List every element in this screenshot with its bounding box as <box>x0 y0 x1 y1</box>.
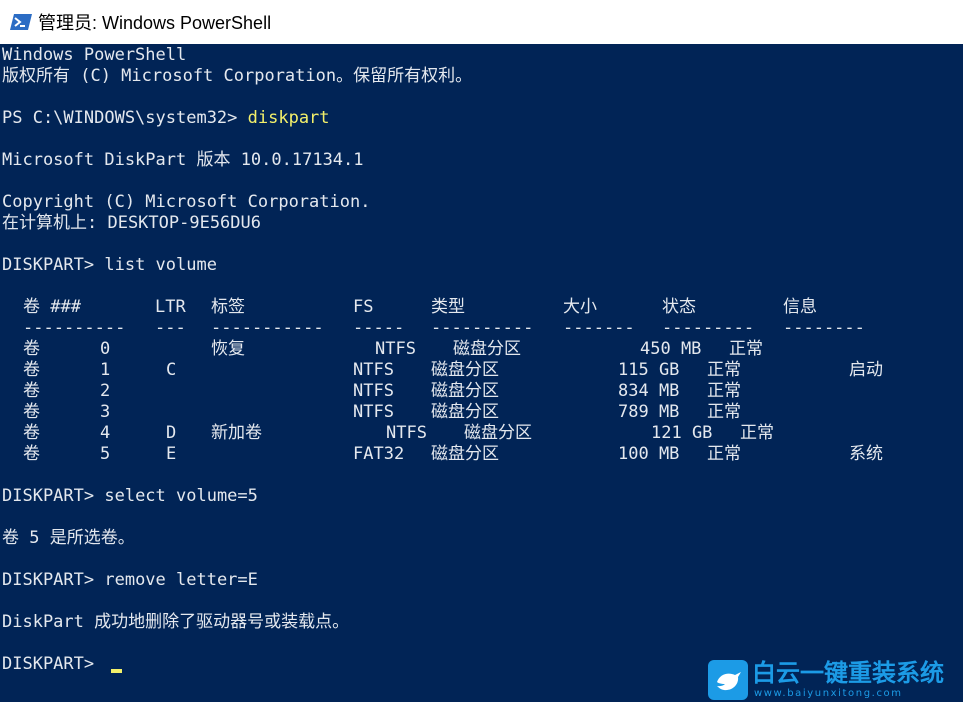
diskpart-prompt: DISKPART> <box>2 255 105 275</box>
prompt-line-2: DISKPART> list volume <box>2 254 217 276</box>
row-fs: NTFS <box>353 402 394 422</box>
sep-label: ----------- <box>211 318 324 338</box>
powershell-window: 管理员: Windows PowerShell Windows PowerShe… <box>0 0 963 702</box>
select-result-line: 卷 5 是所选卷。 <box>2 528 135 548</box>
row-info: 系统 <box>849 444 883 464</box>
remove-result-line: DiskPart 成功地删除了驱动器号或装载点。 <box>2 612 350 632</box>
row-vol: 卷 <box>23 339 40 359</box>
header-size: 大小 <box>563 297 597 317</box>
prompt-line-3: DISKPART> select volume=5 <box>2 485 258 507</box>
prompt-line-4: DISKPART> remove letter=E <box>2 569 258 591</box>
sep-ltr: --- <box>155 318 186 338</box>
command-diskpart: diskpart <box>247 108 330 128</box>
row-num: 1 <box>100 360 111 380</box>
bird-logo-icon <box>708 660 748 700</box>
row-size: 115 GB <box>618 360 680 380</box>
sep-vol: ---------- <box>23 318 126 338</box>
header-ltr: LTR <box>155 297 186 317</box>
powershell-icon <box>10 12 32 32</box>
row-fs: FAT32 <box>353 444 405 464</box>
row-num: 0 <box>100 339 111 359</box>
row-type: 磁盘分区 <box>431 360 499 380</box>
row-size: 789 MB <box>618 402 680 422</box>
sep-fs: ----- <box>353 318 405 338</box>
window-title: 管理员: Windows PowerShell <box>38 13 272 33</box>
row-status: 正常 <box>707 381 741 401</box>
row-size: 834 MB <box>618 381 680 401</box>
row-fs: NTFS <box>375 339 416 359</box>
diskpart-prompt: DISKPART> <box>2 486 105 506</box>
row-status: 正常 <box>707 360 741 380</box>
row-status: 正常 <box>740 423 774 443</box>
watermark-title: 白云一键重装系统 <box>752 659 944 687</box>
header-vol: 卷 ### <box>23 297 81 317</box>
command-remove-letter: remove letter=E <box>104 570 258 590</box>
header-info: 信息 <box>783 297 817 317</box>
row-vol: 卷 <box>23 360 40 380</box>
row-num: 2 <box>100 381 111 401</box>
row-num: 4 <box>100 423 111 443</box>
row-status: 正常 <box>729 339 763 359</box>
row-fs: NTFS <box>386 423 427 443</box>
row-vol: 卷 <box>23 423 40 443</box>
row-type: 磁盘分区 <box>431 444 499 464</box>
row-info: 启动 <box>849 360 883 380</box>
text-cursor <box>111 669 122 673</box>
row-type: 磁盘分区 <box>453 339 521 359</box>
row-label: 新加卷 <box>211 423 262 443</box>
row-status: 正常 <box>707 444 741 464</box>
row-num: 5 <box>100 444 111 464</box>
header-label: 标签 <box>211 297 245 317</box>
computer-line: 在计算机上: DESKTOP-9E56DU6 <box>2 213 261 233</box>
header-line-2: 版权所有 (C) Microsoft Corporation。保留所有权利。 <box>2 66 473 86</box>
row-label: 恢复 <box>211 339 245 359</box>
watermark: 白云一键重装系统 www.baiyunxitong.com <box>708 658 958 702</box>
diskpart-prompt: DISKPART> <box>2 654 105 674</box>
sep-type: ---------- <box>431 318 534 338</box>
row-ltr: E <box>166 444 177 464</box>
row-num: 3 <box>100 402 111 422</box>
header-status: 状态 <box>662 297 696 317</box>
console-output[interactable]: Windows PowerShell 版权所有 (C) Microsoft Co… <box>0 44 963 702</box>
row-vol: 卷 <box>23 402 40 422</box>
row-type: 磁盘分区 <box>464 423 532 443</box>
sep-size: ------- <box>563 318 635 338</box>
row-type: 磁盘分区 <box>431 402 499 422</box>
title-bar[interactable]: 管理员: Windows PowerShell <box>0 0 963 44</box>
sep-status: --------- <box>662 318 755 338</box>
copyright-line: Copyright (C) Microsoft Corporation. <box>2 192 371 212</box>
command-select-volume: select volume=5 <box>104 486 258 506</box>
header-line-1: Windows PowerShell <box>2 45 187 65</box>
row-vol: 卷 <box>23 444 40 464</box>
prompt-line-5[interactable]: DISKPART> <box>2 653 104 675</box>
row-type: 磁盘分区 <box>431 381 499 401</box>
row-status: 正常 <box>707 402 741 422</box>
header-fs: FS <box>353 297 374 317</box>
row-fs: NTFS <box>353 381 394 401</box>
header-type: 类型 <box>431 297 465 317</box>
version-line: Microsoft DiskPart 版本 10.0.17134.1 <box>2 150 364 170</box>
row-ltr: D <box>166 423 177 443</box>
row-vol: 卷 <box>23 381 40 401</box>
row-fs: NTFS <box>353 360 394 380</box>
row-size: 121 GB <box>651 423 713 443</box>
prompt-line-1: PS C:\WINDOWS\system32> diskpart <box>2 107 330 129</box>
row-size: 100 MB <box>618 444 680 464</box>
diskpart-prompt: DISKPART> <box>2 570 105 590</box>
command-list-volume: list volume <box>104 255 217 275</box>
ps-prompt: PS C:\WINDOWS\system32> <box>2 108 248 128</box>
row-ltr: C <box>166 360 177 380</box>
row-size: 450 MB <box>640 339 702 359</box>
watermark-url: www.baiyunxitong.com <box>754 688 903 699</box>
sep-info: -------- <box>783 318 865 338</box>
